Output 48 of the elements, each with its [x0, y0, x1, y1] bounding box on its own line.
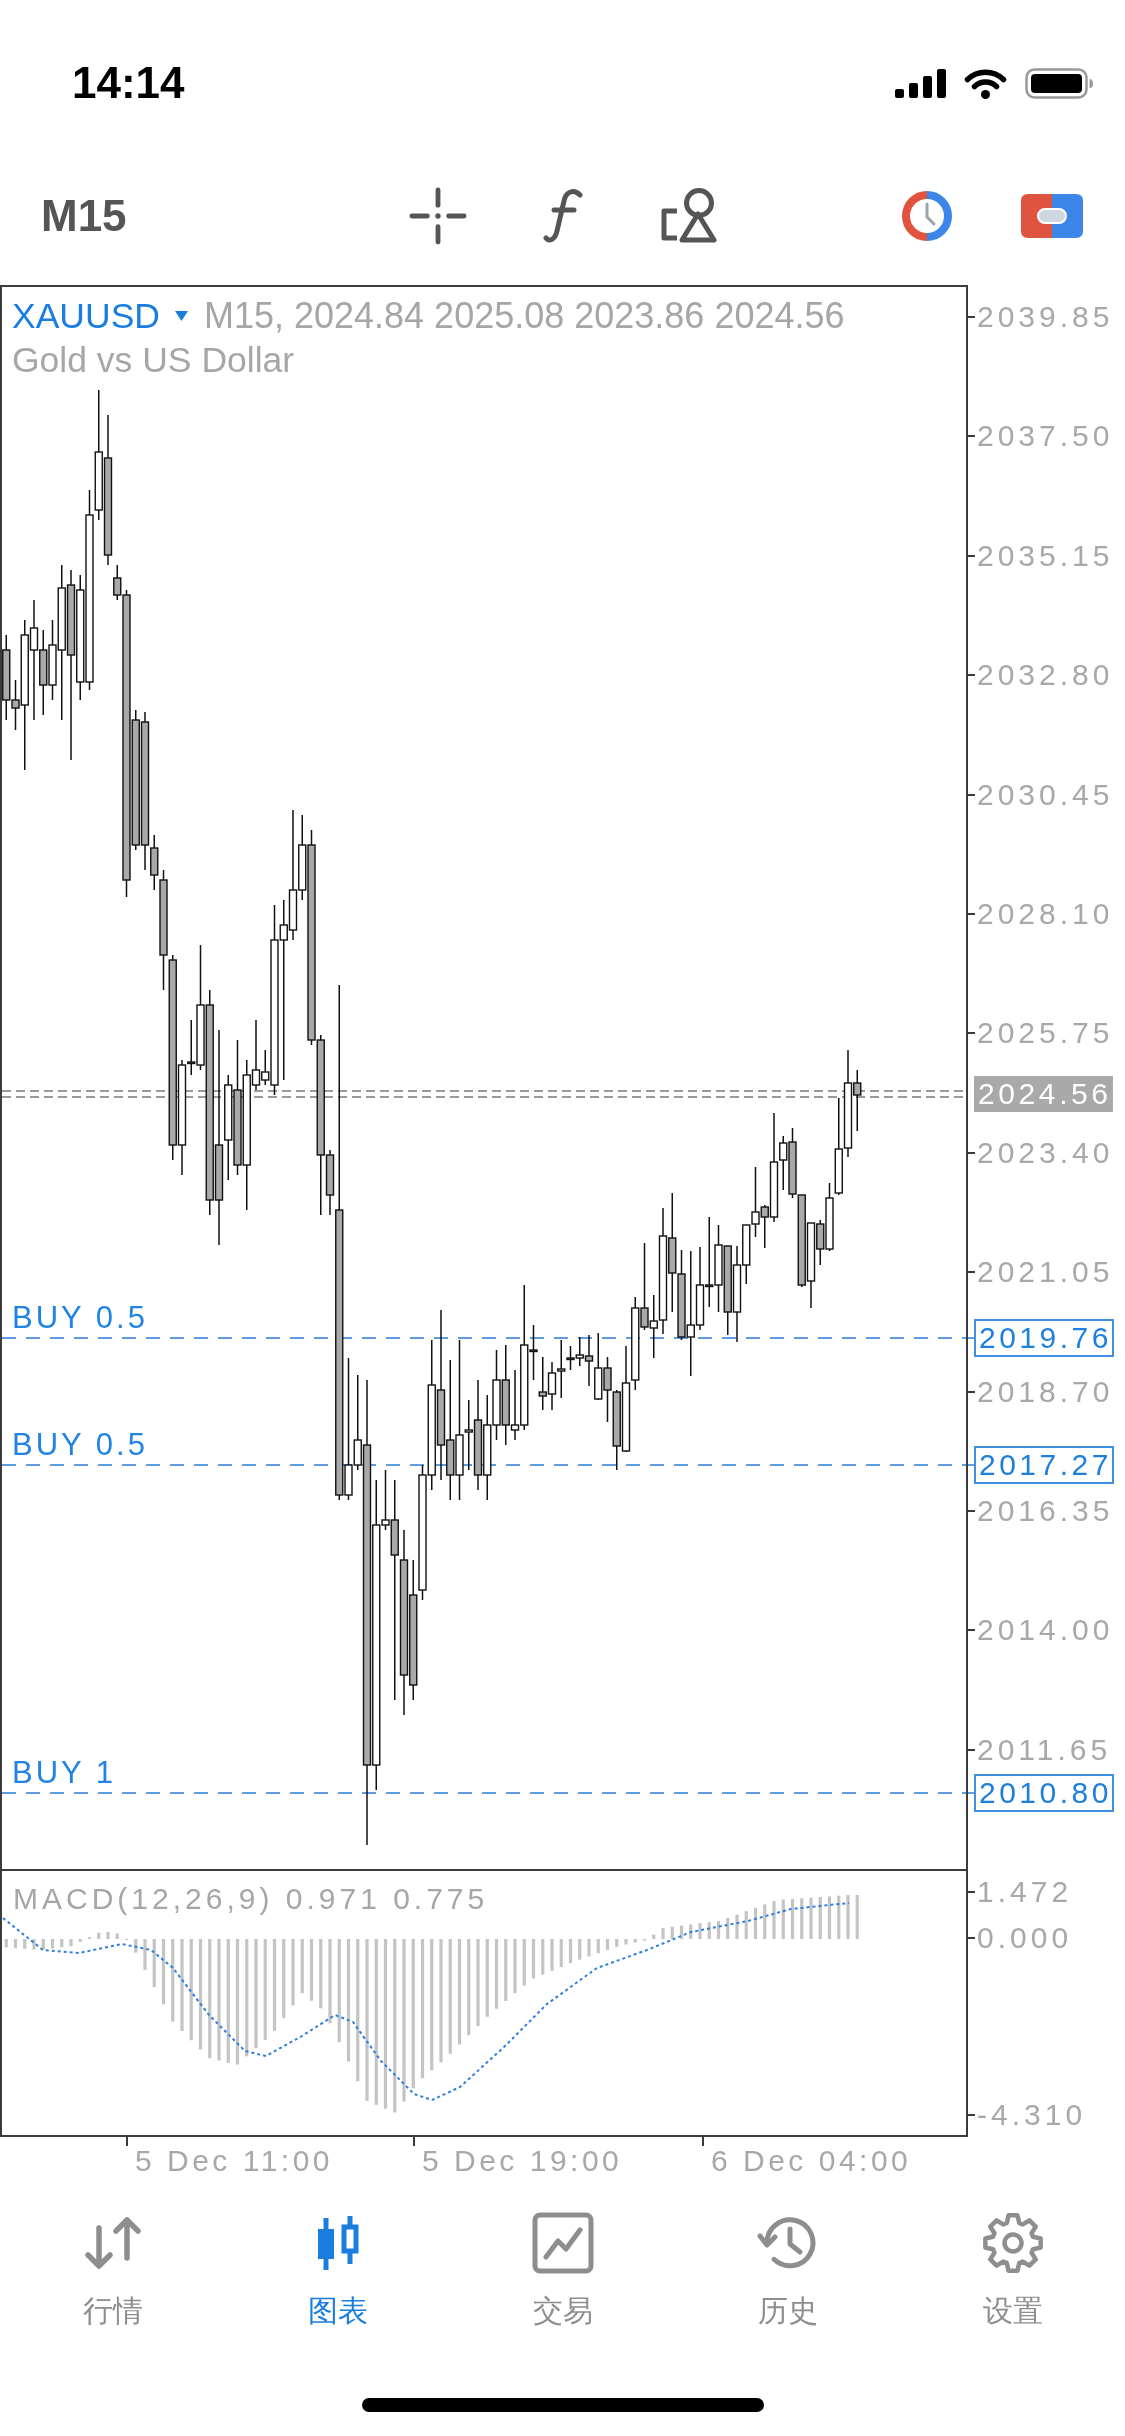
price-axis-label: 2032.80 — [977, 657, 1114, 694]
ohlc-values: M15, 2024.84 2025.08 2023.86 2024.56 — [203, 295, 845, 337]
timeframe-button[interactable]: M15 — [41, 190, 127, 241]
price-axis-label: 2023.40 — [977, 1134, 1114, 1171]
price-axis-label: 2037.50 — [977, 418, 1114, 455]
indicator-axis-label: 0.000 — [977, 1920, 1073, 1956]
tab-button[interactable]: 交易 — [450, 2190, 675, 2360]
indicator-axis-label: 1.472 — [977, 1874, 1073, 1910]
tab-button[interactable]: 行情 — [0, 2190, 225, 2360]
symbol-dropdown[interactable]: XAUUSD — [12, 295, 188, 337]
indicator-label: MACD(12,26,9) 0.971 0.775 — [13, 1881, 489, 1917]
time-axis-label: 5 Dec 11:00 — [135, 2143, 334, 2179]
order-price-label: 2019.76 — [974, 1319, 1114, 1357]
current-price-label: 2024.56 — [974, 1076, 1113, 1112]
order-label: BUY 0.5 — [12, 1427, 148, 1463]
tab-button[interactable]: 图表 — [225, 2190, 450, 2360]
order-label: BUY 0.5 — [12, 1300, 148, 1336]
time-axis-label: 6 Dec 04:00 — [711, 2143, 912, 2179]
instrument-description: Gold vs US Dollar — [12, 339, 295, 381]
order-price-label: 2017.27 — [974, 1446, 1114, 1484]
price-axis-label: 2011.65 — [977, 1731, 1112, 1768]
price-axis-label: 2039.85 — [977, 299, 1114, 335]
line-chart-icon — [531, 2212, 594, 2274]
script-f-icon[interactable] — [542, 187, 583, 244]
status-time: 14:14 — [72, 58, 185, 108]
wifi-icon — [964, 67, 1007, 99]
price-axis-label: 2014.00 — [977, 1612, 1114, 1649]
indicator-axis-label: -4.310 — [977, 2097, 1087, 2133]
settings-icon — [981, 2212, 1044, 2274]
crosshair-icon[interactable] — [408, 186, 467, 245]
shapes-icon[interactable] — [659, 187, 718, 244]
caret-icon — [174, 311, 188, 321]
clock-ring-icon[interactable] — [901, 190, 952, 241]
price-axis-label: 2018.70 — [977, 1373, 1114, 1410]
signal-icon — [895, 68, 946, 98]
toggle-icon[interactable] — [1020, 193, 1083, 238]
time-axis-label: 5 Dec 19:00 — [422, 2143, 623, 2179]
tab-button[interactable]: 设置 — [900, 2190, 1125, 2360]
price-axis-label: 2016.35 — [977, 1493, 1114, 1529]
price-axis-label: 2028.10 — [977, 896, 1114, 932]
price-axis-label: 2025.75 — [977, 1015, 1114, 1052]
price-axis-label: 2021.05 — [977, 1254, 1114, 1291]
battery-icon — [1025, 67, 1094, 99]
order-price-label: 2010.80 — [974, 1774, 1114, 1812]
order-label: BUY 1 — [12, 1755, 117, 1791]
price-axis-label: 2035.15 — [977, 537, 1114, 574]
price-axis-label: 2030.45 — [977, 776, 1114, 813]
tab-button[interactable]: 历史 — [675, 2190, 900, 2360]
